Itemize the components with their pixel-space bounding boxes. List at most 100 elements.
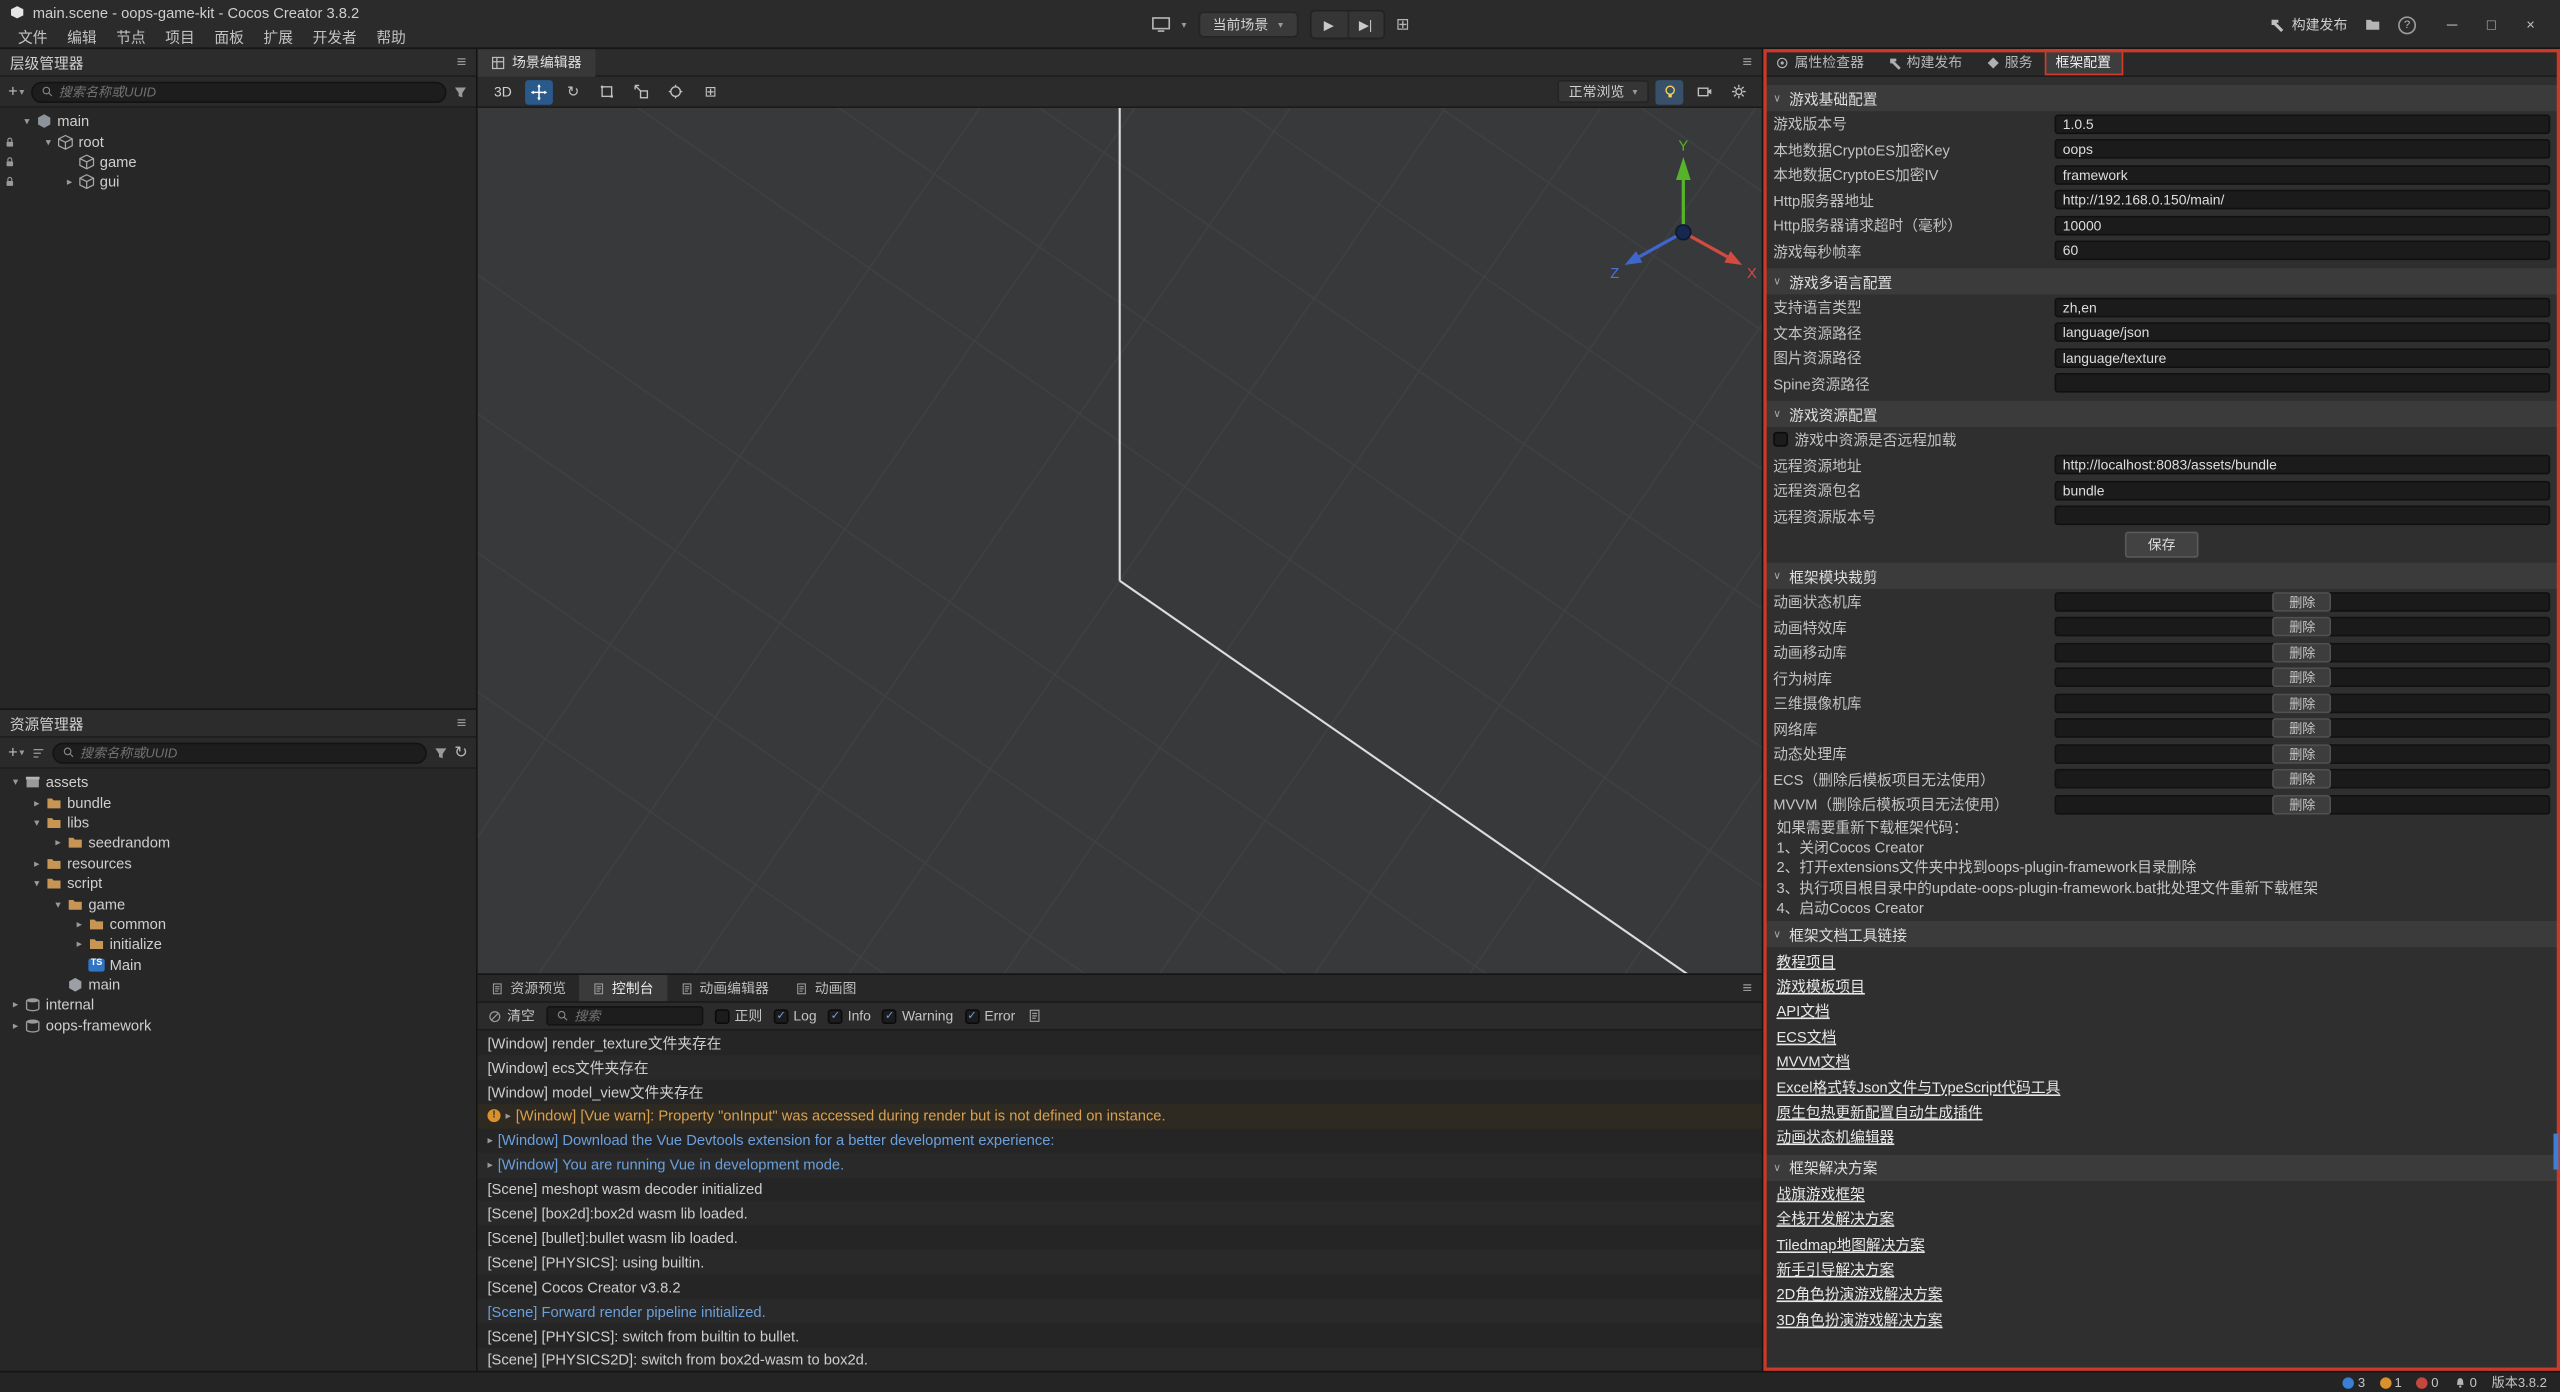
- delete-button[interactable]: 删除: [2273, 668, 2332, 688]
- tree-node[interactable]: ▾assets: [0, 772, 476, 792]
- property-input[interactable]: [2055, 297, 2551, 317]
- notification-bell[interactable]: 0: [2453, 1375, 2477, 1390]
- doc-link[interactable]: 战旗游戏框架: [1776, 1182, 1864, 1203]
- console-tab[interactable]: 动画图: [782, 975, 870, 1001]
- property-input[interactable]: [2055, 455, 2551, 475]
- log-row[interactable]: [Scene] [PHYSICS]: switch from builtin t…: [478, 1323, 1762, 1347]
- log-row[interactable]: ▸[Window] You are running Vue in develop…: [478, 1153, 1762, 1177]
- doc-link[interactable]: ECS文档: [1776, 1025, 1836, 1046]
- rotate-tool-icon[interactable]: ↻: [559, 79, 587, 104]
- scene-viewport[interactable]: X Z Y: [478, 108, 1762, 973]
- menu-item[interactable]: 开发者: [304, 26, 365, 47]
- refresh-icon[interactable]: ↻: [454, 743, 468, 761]
- rect-tool-icon[interactable]: [594, 79, 622, 104]
- tab-framework[interactable]: 框架配置: [2044, 49, 2123, 75]
- log-row[interactable]: ▸[Window] Download the Vue Devtools exte…: [478, 1128, 1762, 1152]
- tree-node[interactable]: ▸resources: [0, 853, 476, 873]
- layout-grid-icon[interactable]: ⊞: [1396, 16, 1410, 34]
- checkbox[interactable]: ✓: [882, 1008, 897, 1023]
- property-input[interactable]: [2055, 348, 2551, 368]
- console-tab[interactable]: 资源预览: [478, 975, 579, 1001]
- tree-node[interactable]: ▾root: [0, 132, 476, 152]
- camera-settings-icon[interactable]: [1690, 79, 1718, 104]
- tree-node[interactable]: ▸oops-framework: [0, 1015, 476, 1035]
- translate-tool-icon[interactable]: [525, 79, 553, 104]
- scene-select-dropdown[interactable]: 当前场景▾: [1198, 11, 1298, 37]
- tab-service[interactable]: 服务: [1974, 49, 2044, 75]
- hierarchy-search[interactable]: [31, 81, 447, 102]
- scale-tool-icon[interactable]: [628, 79, 656, 104]
- expand-arrow-icon[interactable]: ▾: [8, 776, 23, 789]
- menu-item[interactable]: 节点: [108, 26, 154, 47]
- log-row[interactable]: [Scene] Forward render pipeline initiali…: [478, 1299, 1762, 1323]
- tree-node[interactable]: ▸gui: [0, 172, 476, 192]
- section-header[interactable]: ∨游戏基础配置: [1763, 85, 2560, 111]
- play-button[interactable]: ▶: [1311, 11, 1347, 37]
- checkbox[interactable]: [1773, 432, 1788, 447]
- gear-icon[interactable]: [1724, 79, 1752, 104]
- delete-button[interactable]: 删除: [2273, 795, 2332, 815]
- log-row[interactable]: [Window] ecs文件夹存在: [478, 1055, 1762, 1079]
- assets-search[interactable]: [52, 742, 426, 763]
- delete-button[interactable]: 删除: [2273, 592, 2332, 612]
- log-row[interactable]: !▸[Window] [Vue warn]: Property "onInput…: [478, 1104, 1762, 1128]
- tab-inspector[interactable]: 属性检查器: [1763, 49, 1875, 75]
- panel-menu-icon[interactable]: ≡: [1742, 53, 1752, 71]
- open-folder-icon[interactable]: [2364, 16, 2382, 32]
- mode-3d-toggle[interactable]: 3D: [487, 83, 518, 99]
- panel-menu-icon[interactable]: ≡: [457, 714, 467, 732]
- property-input[interactable]: [2055, 481, 2551, 501]
- snap-tool-icon[interactable]: ⊞: [697, 79, 725, 104]
- clear-console-button[interactable]: 清空: [487, 1006, 534, 1026]
- minimize-button[interactable]: ─: [2432, 7, 2471, 43]
- property-input[interactable]: [2055, 216, 2551, 236]
- menu-item[interactable]: 面板: [206, 26, 252, 47]
- delete-button[interactable]: 删除: [2273, 693, 2332, 713]
- add-node-button[interactable]: +▾: [8, 83, 24, 101]
- step-button[interactable]: ▶|: [1347, 11, 1383, 37]
- expand-arrow-icon[interactable]: ▸: [72, 938, 87, 951]
- expand-arrow-icon[interactable]: ▾: [29, 816, 44, 829]
- delete-button[interactable]: 删除: [2273, 642, 2332, 662]
- tree-node[interactable]: TSMain: [0, 955, 476, 975]
- property-input[interactable]: [2055, 139, 2551, 159]
- console-search-input[interactable]: [574, 1008, 693, 1023]
- menu-item[interactable]: 帮助: [368, 26, 414, 47]
- tree-node[interactable]: ▸initialize: [0, 934, 476, 954]
- property-input[interactable]: [2055, 506, 2551, 526]
- expand-arrow-icon[interactable]: ▾: [20, 115, 35, 128]
- warning-counter[interactable]: 1: [2380, 1375, 2402, 1390]
- checkbox[interactable]: [715, 1008, 730, 1023]
- tree-node[interactable]: main: [0, 975, 476, 995]
- doc-link[interactable]: API文档: [1776, 1000, 1829, 1021]
- console-tab[interactable]: 动画编辑器: [667, 975, 782, 1001]
- build-publish-button[interactable]: 构建发布: [2269, 15, 2348, 35]
- expand-arrow-icon[interactable]: ▸: [8, 1019, 23, 1032]
- panel-menu-icon[interactable]: ≡: [1742, 979, 1752, 997]
- log-row[interactable]: [Window] model_view文件夹存在: [478, 1079, 1762, 1103]
- doc-link[interactable]: 游戏模板项目: [1776, 975, 1864, 996]
- property-input[interactable]: [2055, 114, 2551, 134]
- scrollbar-thumb[interactable]: [2553, 1134, 2558, 1170]
- log-row[interactable]: [Window] render_texture文件夹存在: [478, 1031, 1762, 1055]
- add-asset-button[interactable]: +▾: [8, 743, 24, 761]
- section-header[interactable]: ∨游戏资源配置: [1763, 401, 2560, 427]
- log-row[interactable]: [Scene] [bullet]:bullet wasm lib loaded.: [478, 1226, 1762, 1250]
- filter-info[interactable]: ✓Info: [828, 1008, 871, 1024]
- checkbox[interactable]: ✓: [774, 1008, 789, 1023]
- menu-item[interactable]: 扩展: [255, 26, 301, 47]
- expand-arrow-icon[interactable]: ▸: [487, 1158, 492, 1171]
- menu-item[interactable]: 编辑: [59, 26, 105, 47]
- log-row[interactable]: [Scene] Cocos Creator v3.8.2: [478, 1275, 1762, 1299]
- property-input[interactable]: [2055, 373, 2551, 393]
- section-header[interactable]: ∨框架模块裁剪: [1763, 563, 2560, 589]
- tree-node[interactable]: ▸seedrandom: [0, 833, 476, 853]
- filter-icon[interactable]: [453, 84, 468, 99]
- doc-link[interactable]: 教程项目: [1776, 950, 1835, 971]
- expand-arrow-icon[interactable]: ▸: [72, 918, 87, 931]
- log-row[interactable]: [Scene] meshopt wasm decoder initialized: [478, 1177, 1762, 1201]
- console-tab[interactable]: 控制台: [579, 975, 667, 1001]
- delete-button[interactable]: 删除: [2273, 617, 2332, 637]
- doc-link[interactable]: 新手引导解决方案: [1776, 1258, 1894, 1279]
- expand-arrow-icon[interactable]: ▾: [51, 897, 66, 910]
